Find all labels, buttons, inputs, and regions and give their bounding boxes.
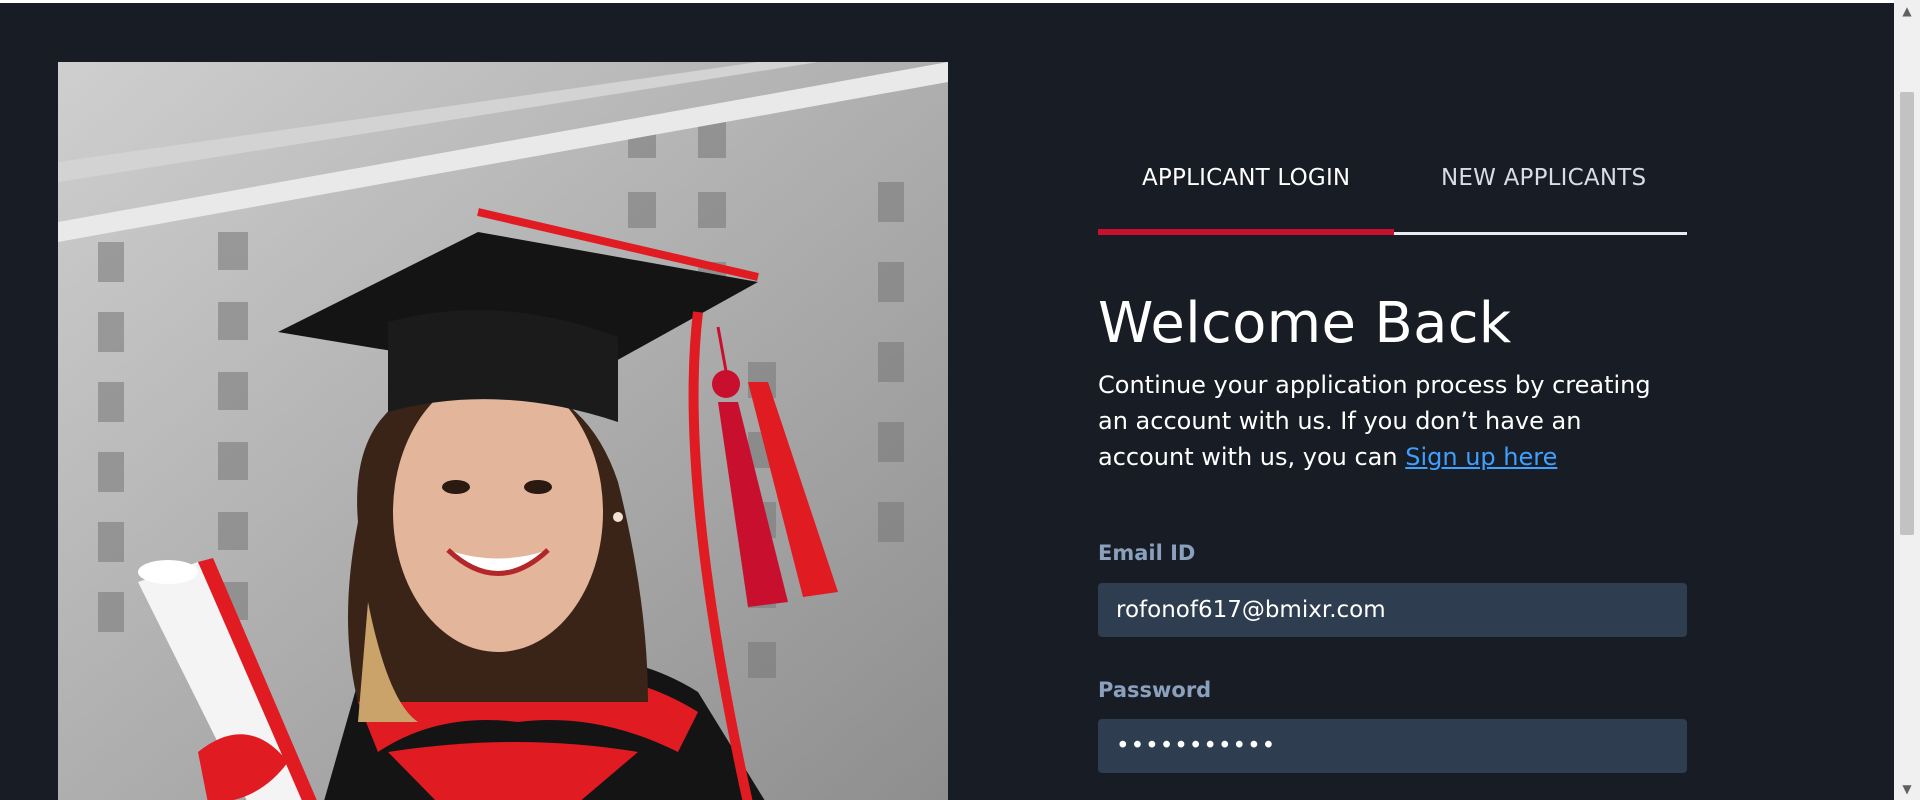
scroll-up-arrow-icon[interactable]: ▲	[1894, 0, 1920, 22]
tab-applicant-login[interactable]: APPLICANT LOGIN	[1142, 165, 1350, 191]
intro-text-body: Continue your application process by cre…	[1098, 371, 1651, 471]
scroll-down-arrow-icon[interactable]: ▼	[1894, 778, 1920, 800]
page-body: APPLICANT LOGIN NEW APPLICANTS Welcome B…	[0, 3, 1894, 800]
password-label: Password	[1098, 678, 1212, 702]
scrollbar-thumb[interactable]	[1900, 92, 1914, 535]
tab-active-indicator	[1098, 229, 1394, 235]
tab-new-applicants[interactable]: NEW APPLICANTS	[1441, 165, 1646, 191]
email-field[interactable]	[1098, 583, 1687, 637]
vertical-scrollbar[interactable]: ▲ ▼	[1894, 0, 1920, 800]
password-field[interactable]	[1098, 719, 1687, 773]
intro-text: Continue your application process by cre…	[1098, 367, 1678, 475]
sign-up-link[interactable]: Sign up here	[1405, 443, 1557, 471]
tab-bar: APPLICANT LOGIN NEW APPLICANTS	[1098, 143, 1687, 235]
graduate-photo	[58, 62, 948, 800]
graduate-photo-illustration	[58, 62, 948, 800]
email-label: Email ID	[1098, 541, 1196, 565]
page-title: Welcome Back	[1098, 291, 1512, 356]
